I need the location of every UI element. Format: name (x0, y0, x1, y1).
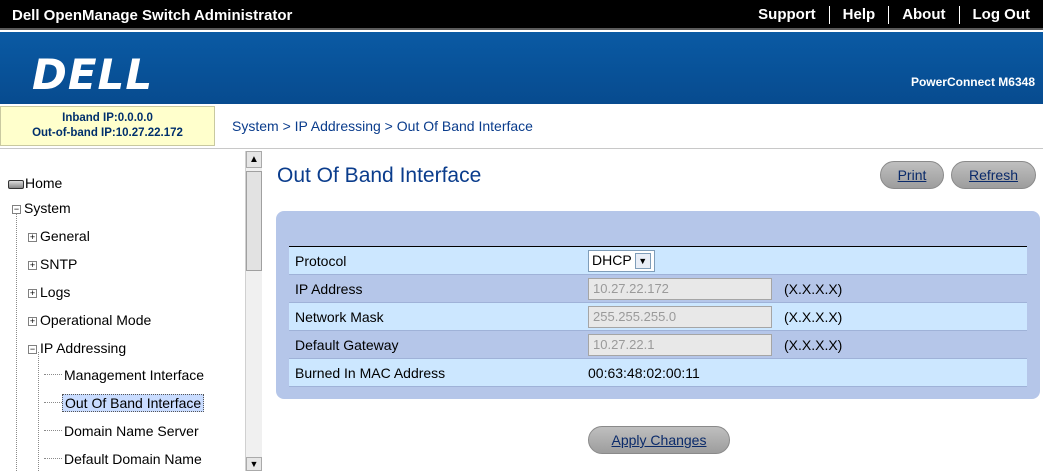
ip-format-hint: (X.X.X.X) (778, 274, 1027, 303)
sidebar-item-sntp[interactable]: + SNTP (28, 256, 77, 272)
support-link[interactable]: Support (745, 6, 829, 24)
mask-format-hint: (X.X.X.X) (778, 302, 1027, 331)
breadcrumb-ip-addressing[interactable]: IP Addressing (295, 118, 381, 134)
table-row: Burned In MAC Address 00:63:48:02:00:11 (289, 358, 1027, 387)
sidebar-scrollbar[interactable]: ▲ ▼ (245, 151, 262, 471)
scroll-up-icon[interactable]: ▲ (246, 151, 262, 168)
network-mask-label: Network Mask (289, 302, 582, 331)
table-row: Network Mask (X.X.X.X) (289, 302, 1027, 331)
mac-address-label: Burned In MAC Address (289, 358, 582, 387)
banner: DELL PowerConnect M6348 (0, 32, 1043, 104)
outofband-ip: Out-of-band IP:10.27.22.172 (32, 127, 183, 139)
mac-address-value: 00:63:48:02:00:11 (582, 358, 778, 387)
sidebar-item-default-domain-name[interactable]: Default Domain Name (64, 451, 202, 467)
expand-icon[interactable]: + (28, 316, 37, 326)
tree-guide (16, 214, 17, 471)
default-gateway-field[interactable] (588, 333, 772, 356)
nav-tree: Home − System + General + SNTP + Logs + Opera… (0, 151, 245, 471)
scroll-thumb[interactable] (246, 171, 262, 271)
top-bar: Dell OpenManage Switch Administrator Sup… (0, 0, 1043, 30)
sidebar-item-home[interactable]: Home (8, 175, 62, 191)
collapse-icon[interactable]: − (12, 204, 21, 214)
breadcrumb-current: Out Of Band Interface (396, 118, 533, 134)
scroll-down-icon[interactable]: ▼ (246, 457, 262, 471)
settings-panel: Protocol DHCP▼ IP Address (X.X.X.X) Netw… (276, 211, 1040, 399)
sidebar-item-general[interactable]: + General (28, 228, 90, 244)
protocol-select[interactable]: DHCP ▼ (588, 249, 655, 272)
sidebar-item-system[interactable]: − System (12, 200, 71, 216)
tree-guide (44, 402, 62, 403)
table-row: Protocol DHCP ▼ (289, 246, 1027, 275)
table-row: IP Address (X.X.X.X) (289, 274, 1027, 303)
table-row: Default Gateway (X.X.X.X) (289, 330, 1027, 359)
sidebar-item-domain-name-server[interactable]: Domain Name Server (64, 423, 199, 439)
default-gateway-label: Default Gateway (289, 330, 582, 359)
expand-icon[interactable]: + (28, 232, 37, 242)
breadcrumb: System > IP Addressing > Out Of Band Int… (232, 118, 533, 134)
about-link[interactable]: About (888, 6, 958, 24)
expand-icon[interactable]: + (28, 288, 37, 298)
home-icon (8, 179, 24, 189)
print-button[interactable]: Print (880, 161, 944, 189)
top-links: Support Help About Log Out (745, 0, 1043, 30)
ip-address-field[interactable] (588, 277, 772, 300)
protocol-label: Protocol (289, 246, 582, 275)
sidebar-item-operational-mode[interactable]: + Operational Mode (28, 312, 151, 328)
sidebar-item-ip-addressing[interactable]: − IP Addressing (28, 340, 126, 356)
network-mask-field[interactable] (588, 305, 772, 328)
breadcrumb-separator: > (380, 118, 397, 134)
model-name: PowerConnect M6348 (910, 75, 1035, 89)
tree-guide (44, 430, 62, 431)
settings-table: Protocol DHCP▼ IP Address (X.X.X.X) Netw… (289, 246, 1027, 387)
tree-guide (44, 374, 62, 375)
chevron-down-icon: ▼ (634, 252, 651, 269)
divider (0, 148, 1043, 149)
sidebar-item-management-interface[interactable]: Management Interface (64, 367, 204, 383)
gateway-format-hint: (X.X.X.X) (778, 330, 1027, 359)
sidebar-item-logs[interactable]: + Logs (28, 284, 70, 300)
breadcrumb-separator: > (278, 118, 295, 134)
apply-changes-button[interactable]: Apply Changes (588, 426, 730, 454)
protocol-cell: DHCP ▼ (582, 246, 778, 275)
ip-info-box: Inband IP:0.0.0.0 Out-of-band IP:10.27.2… (0, 106, 215, 146)
inband-ip: Inband IP:0.0.0.0 (62, 112, 153, 124)
ip-address-label: IP Address (289, 274, 582, 303)
collapse-icon[interactable]: − (28, 344, 37, 354)
page-title: Out Of Band Interface (277, 164, 482, 187)
tree-guide (44, 458, 62, 459)
help-link[interactable]: Help (828, 6, 889, 24)
logout-link[interactable]: Log Out (958, 6, 1043, 24)
expand-icon[interactable]: + (28, 260, 37, 270)
dell-logo: DELL (32, 50, 154, 99)
breadcrumb-system[interactable]: System (232, 118, 279, 134)
refresh-button[interactable]: Refresh (951, 161, 1036, 189)
sidebar-item-out-of-band-interface[interactable]: Out Of Band Interface (62, 394, 205, 412)
app-title: Dell OpenManage Switch Administrator (12, 7, 293, 24)
tree-guide (38, 352, 39, 471)
sidebar: Home − System + General + SNTP + Logs + Opera… (0, 151, 262, 471)
